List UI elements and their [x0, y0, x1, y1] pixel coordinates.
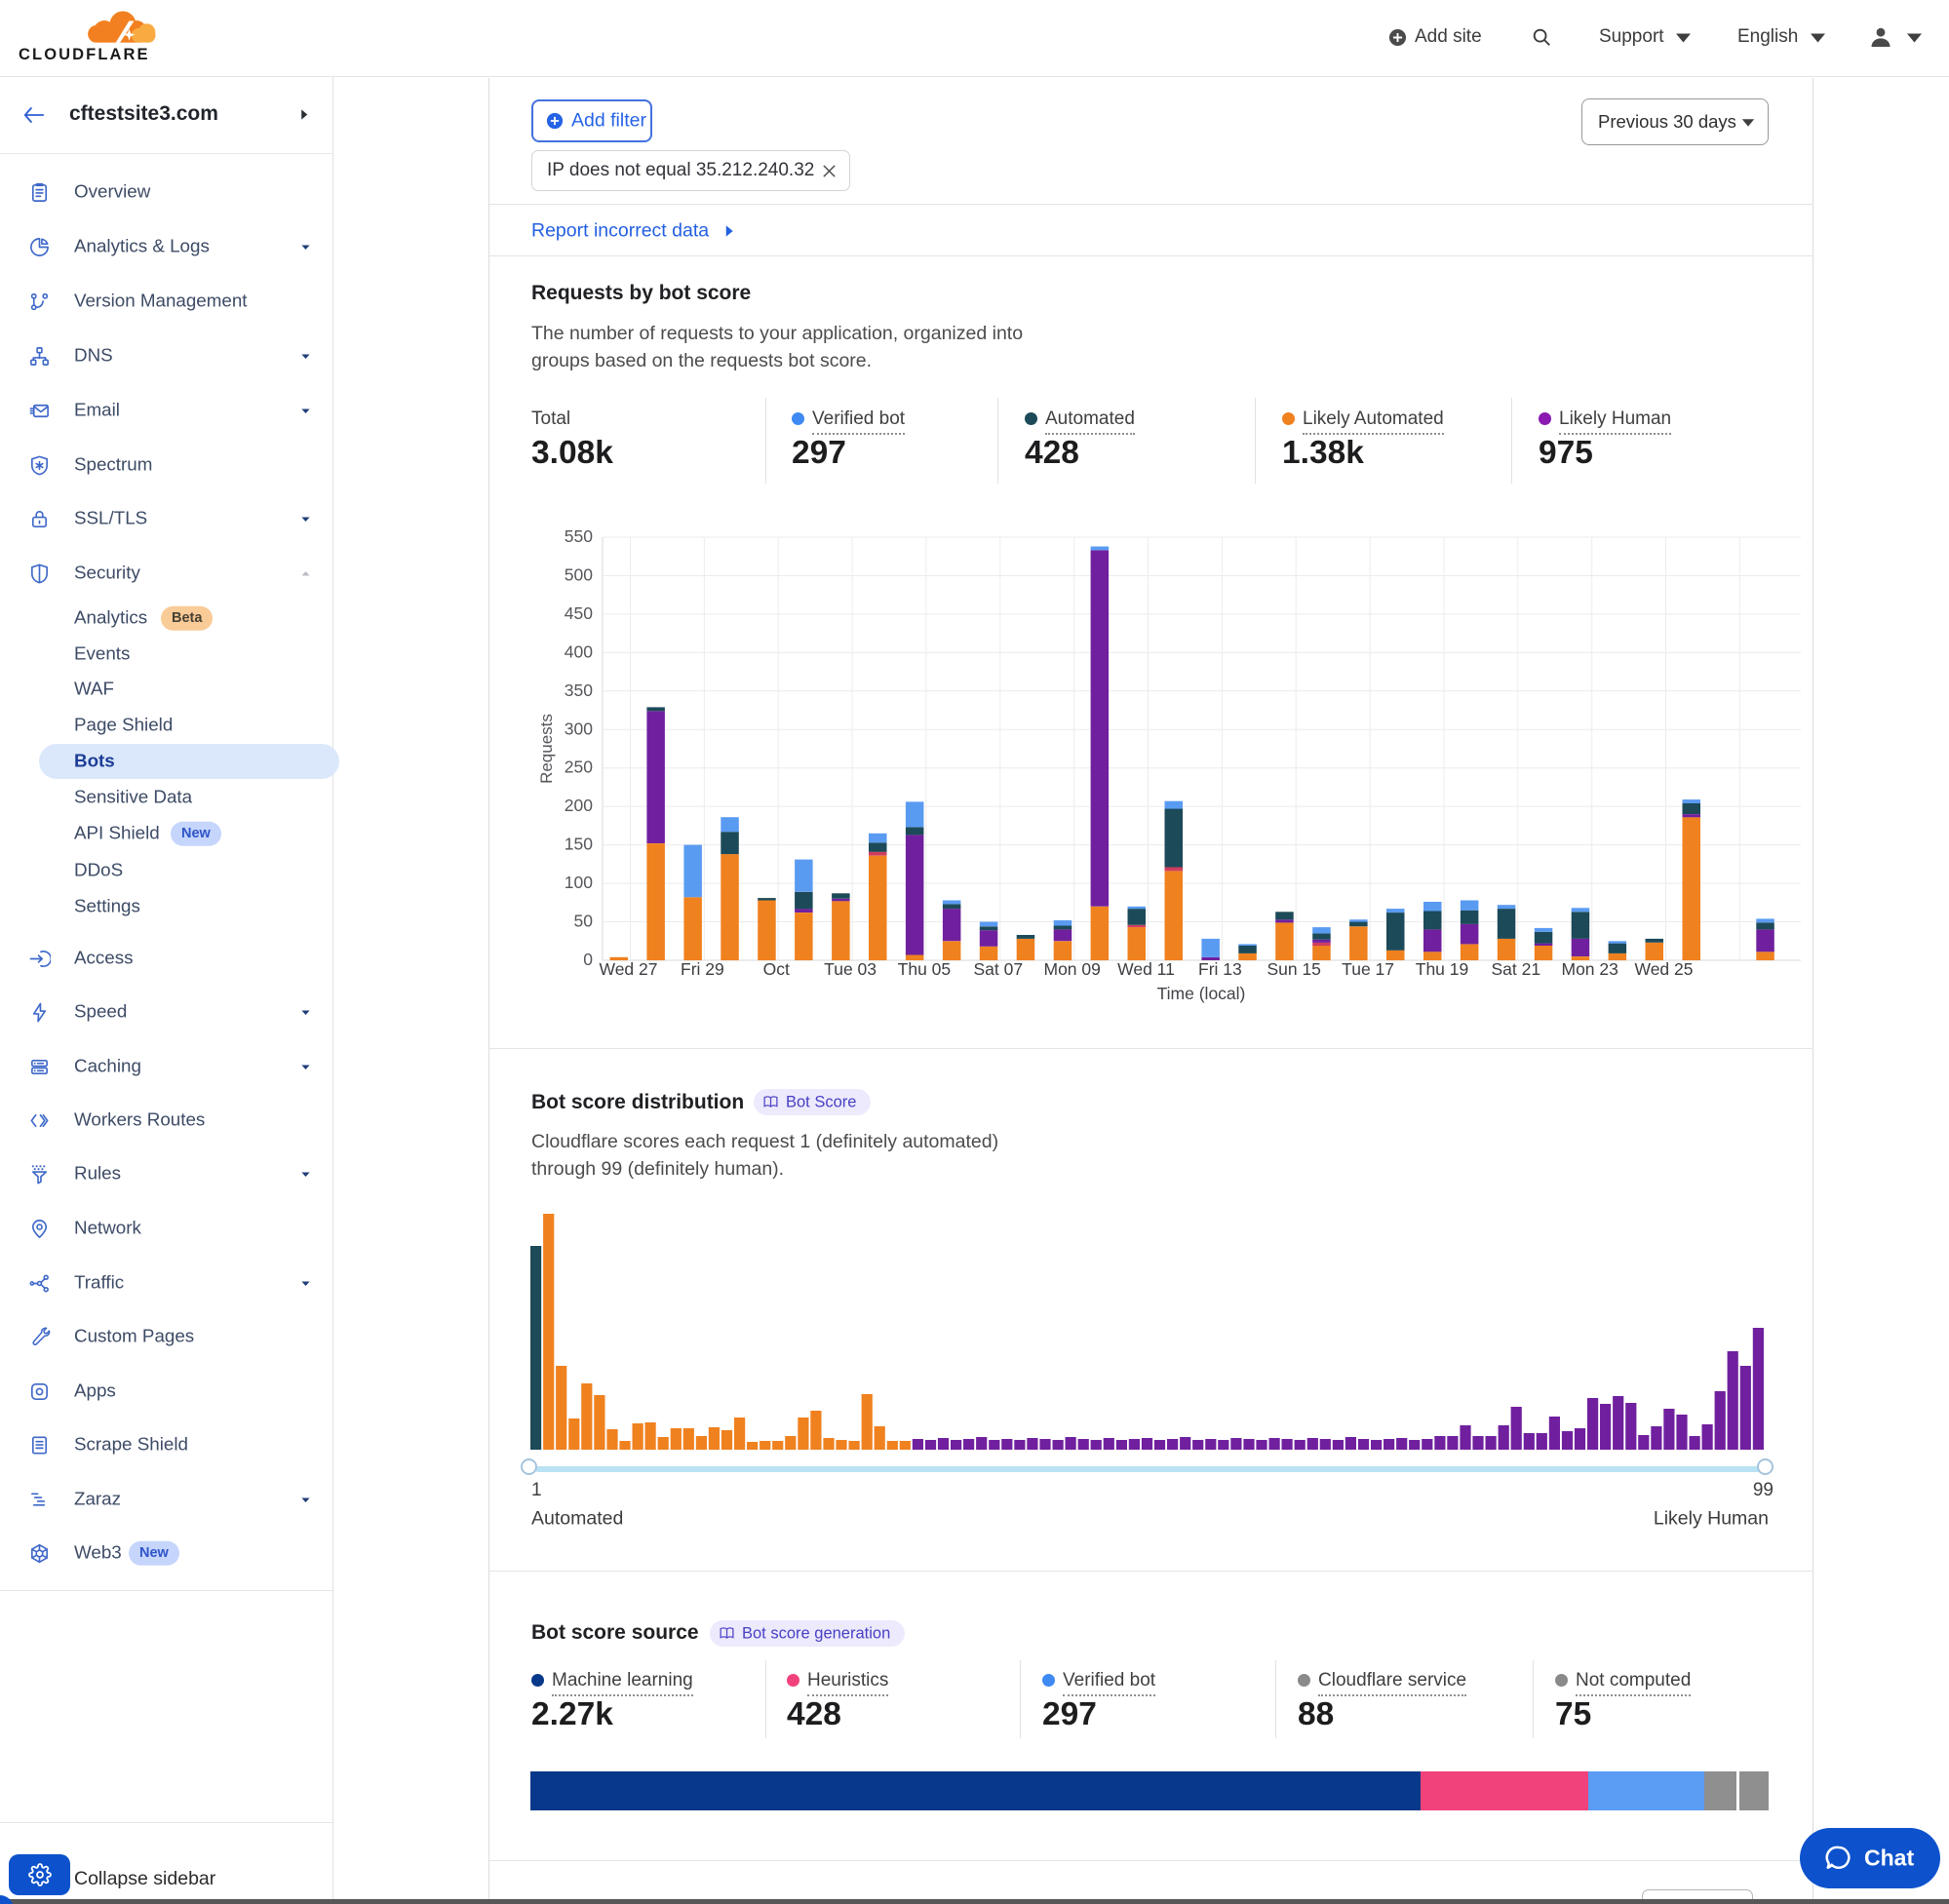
svg-text:Wed 11: Wed 11: [1117, 959, 1175, 979]
svg-text:Sat 21: Sat 21: [1491, 959, 1540, 979]
svg-text:Sat 07: Sat 07: [973, 959, 1023, 979]
svg-text:Sun 15: Sun 15: [1267, 959, 1320, 979]
svg-text:Requests: Requests: [537, 714, 556, 784]
svg-text:Time (local): Time (local): [1157, 984, 1246, 1003]
svg-text:200: 200: [565, 796, 593, 815]
svg-text:400: 400: [565, 641, 593, 661]
svg-text:Wed 27: Wed 27: [600, 959, 658, 979]
svg-text:Oct: Oct: [763, 959, 790, 979]
svg-text:Thu 05: Thu 05: [898, 959, 951, 979]
svg-text:500: 500: [565, 565, 593, 585]
svg-text:250: 250: [565, 758, 593, 777]
svg-text:50: 50: [574, 912, 594, 931]
svg-text:Wed 25: Wed 25: [1635, 959, 1694, 979]
svg-text:Mon 23: Mon 23: [1562, 959, 1618, 979]
svg-text:100: 100: [565, 873, 593, 892]
svg-text:Thu 19: Thu 19: [1416, 959, 1468, 979]
svg-text:CLOUDFLARE: CLOUDFLARE: [19, 46, 150, 63]
svg-text:150: 150: [565, 835, 593, 854]
svg-text:300: 300: [565, 719, 593, 738]
svg-text:0: 0: [583, 950, 593, 969]
svg-text:550: 550: [565, 526, 593, 546]
svg-text:450: 450: [565, 603, 593, 623]
svg-text:Tue 17: Tue 17: [1342, 959, 1394, 979]
svg-text:350: 350: [565, 680, 593, 700]
svg-text:Fri 13: Fri 13: [1198, 959, 1242, 979]
svg-text:Mon 09: Mon 09: [1044, 959, 1101, 979]
svg-text:Fri 29: Fri 29: [681, 959, 724, 979]
svg-text:Tue 03: Tue 03: [824, 959, 877, 979]
